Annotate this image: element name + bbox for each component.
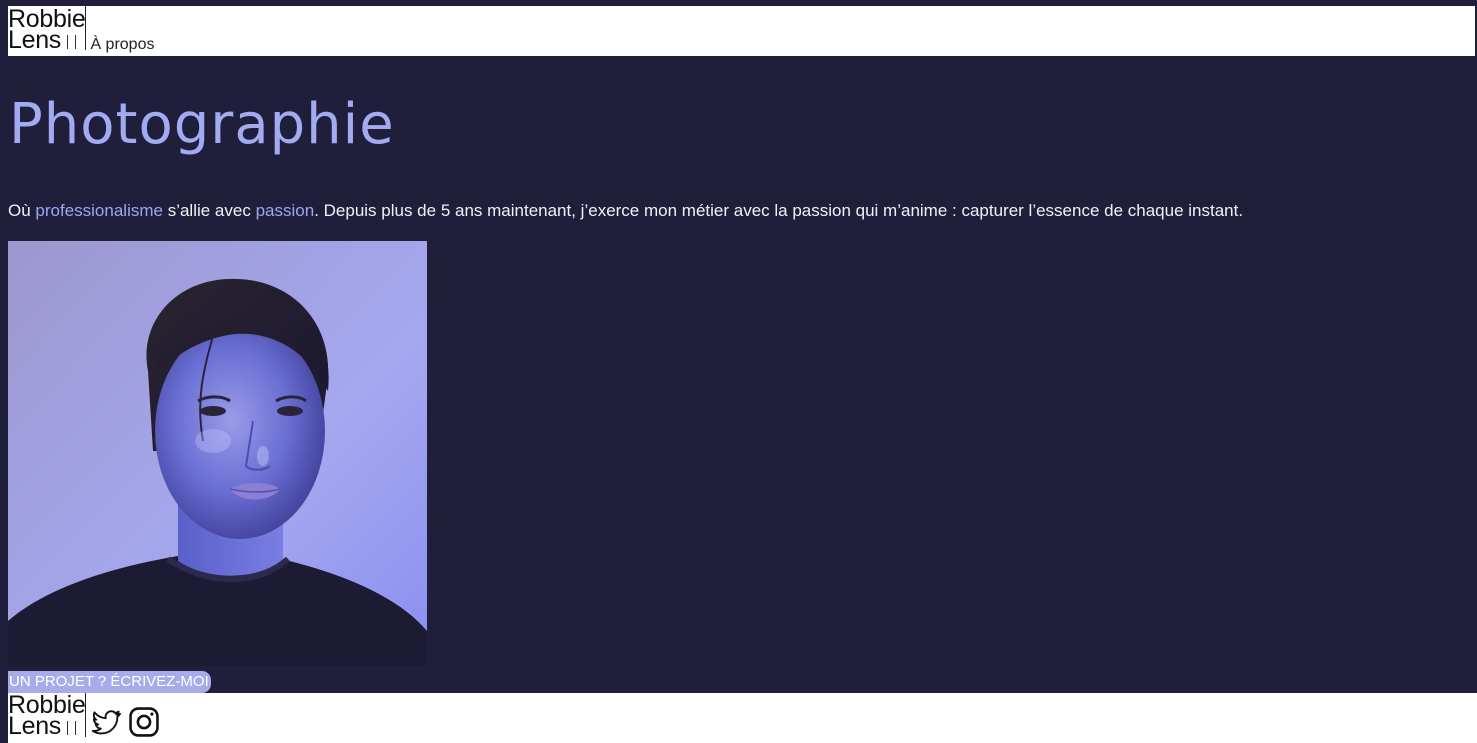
contact-cta-button[interactable]: UN PROJET ? ÉCRIVEZ-MOI	[8, 671, 211, 693]
footer-divider	[85, 693, 87, 737]
footer-logo-bars-decoration	[67, 721, 77, 736]
page-title: Photographie	[9, 92, 395, 157]
twitter-icon	[92, 710, 122, 735]
twitter-link[interactable]	[88, 706, 124, 738]
intro-suffix: . Depuis plus de 5 ans maintenant, j’exe…	[314, 201, 1244, 220]
social-links	[88, 705, 161, 739]
header-divider	[85, 6, 87, 50]
page: Robbie Lens À propos Photographie Où pro…	[0, 0, 1477, 743]
nav-link-a-propos[interactable]: À propos	[90, 36, 154, 54]
portrait-photo	[8, 241, 427, 666]
instagram-link[interactable]	[127, 705, 161, 739]
intro-accent-professionalisme: professionalisme	[35, 201, 163, 220]
footer-logo[interactable]: Robbie Lens	[8, 693, 86, 740]
logo[interactable]: Robbie Lens	[8, 6, 86, 54]
intro-text: Où professionalisme s’allie avec passion…	[8, 201, 1243, 221]
portrait-illustration	[8, 241, 427, 666]
footer-logo-line2: Lens	[8, 712, 62, 740]
logo-bars-decoration	[67, 35, 77, 50]
footer-logo-line2-wrap: Lens	[8, 712, 85, 740]
logo-line2-wrap: Lens	[8, 26, 85, 54]
intro-middle: s’allie avec	[162, 201, 256, 220]
site-header: Robbie Lens À propos	[8, 6, 1475, 56]
intro-prefix: Où	[8, 201, 36, 220]
site-footer: Robbie Lens	[8, 693, 1477, 743]
logo-line2: Lens	[8, 26, 62, 54]
instagram-icon	[129, 707, 160, 737]
intro-accent-passion: passion	[255, 201, 315, 220]
